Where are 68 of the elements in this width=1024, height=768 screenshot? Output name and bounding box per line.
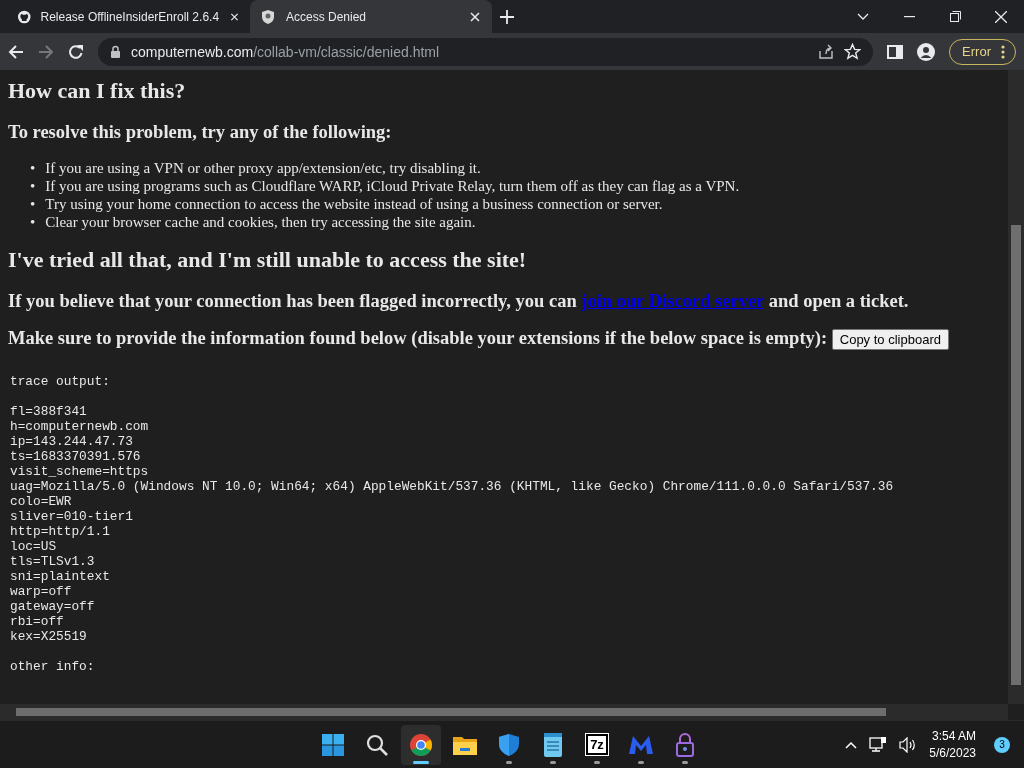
- search-icon[interactable]: [365, 732, 389, 757]
- trace-line: warp=off: [10, 584, 73, 600]
- back-icon[interactable]: [8, 43, 24, 60]
- trace-line: colo=EWR: [10, 494, 73, 510]
- volume-icon[interactable]: [899, 736, 918, 753]
- star-icon[interactable]: [844, 43, 862, 60]
- minimize-icon[interactable]: [903, 15, 915, 18]
- section-heading: To resolve this problem, try any of the following:: [8, 122, 393, 143]
- section-paragraph: If you believe that your connection has been flagged incorrectly, you can join our Discord server and open a ticket.: [8, 291, 910, 312]
- tip-item: Clear your browser cache and cookies, then try accessing the site again.: [45, 213, 476, 231]
- windows-start-icon[interactable]: [321, 732, 345, 757]
- trace-line: tls=TLSv1.3: [10, 554, 96, 570]
- restore-icon[interactable]: [949, 11, 961, 22]
- trace-title: trace output:: [10, 374, 111, 390]
- page-heading: How can I fix this?: [8, 78, 187, 104]
- address-bar[interactable]: computernewb.com/collab-vm/classic/denied.html: [98, 37, 874, 66]
- notification-badge[interactable]: 3: [994, 736, 1010, 753]
- bullet-marker: •: [30, 159, 36, 177]
- trace-line: sni=plaintext: [10, 569, 111, 585]
- more-icon[interactable]: [1001, 44, 1005, 59]
- bullet-marker: •: [30, 213, 36, 231]
- trace-line: fl=388f341: [10, 404, 88, 420]
- trace-title: other info:: [10, 659, 96, 675]
- new-tab-icon[interactable]: [500, 9, 514, 24]
- shield-icon[interactable]: [497, 732, 521, 757]
- close-tab-icon[interactable]: [468, 9, 482, 24]
- network-icon[interactable]: [869, 736, 888, 753]
- forward-icon[interactable]: [38, 43, 54, 60]
- browser-tab[interactable]: Access Denied: [250, 0, 492, 33]
- chevron-up-icon[interactable]: [845, 740, 858, 749]
- chevron-down-icon[interactable]: [857, 12, 869, 21]
- tip-item: If you are using a VPN or other proxy app/extension/etc, try disabling it.: [45, 159, 481, 177]
- tip-item: Try using your home connection to access the website instead of using a business connection or server.: [45, 195, 663, 213]
- horizontal-scrollbar[interactable]: [0, 704, 1008, 720]
- trace-line: uag=Mozilla/5.0 (Windows NT 10.0; Win64; x64) AppleWebKit/537.36 (KHTML, like Gecko) Chrome/111.0.0.0 Safari/537.36: [10, 479, 895, 495]
- trace-line: ip=143.244.47.73: [10, 434, 134, 450]
- scrollbar-thumb[interactable]: [16, 708, 886, 716]
- trace-line: gateway=off: [10, 599, 96, 615]
- chrome-icon[interactable]: [409, 732, 433, 757]
- shield-icon: [260, 8, 276, 25]
- vertical-scrollbar[interactable]: [1008, 70, 1024, 704]
- reload-icon[interactable]: [68, 43, 84, 60]
- browser-tab[interactable]: Release OfflineInsiderEnroll 2.6.4: [8, 0, 250, 33]
- trace-line: http=http/1.1: [10, 524, 111, 540]
- github-icon: [18, 8, 31, 25]
- trace-line: rbi=off: [10, 614, 65, 630]
- trace-line: ts=1683370391.576: [10, 449, 142, 465]
- trace-line: loc=US: [10, 539, 58, 555]
- sevenzip-icon[interactable]: 7z: [586, 734, 608, 755]
- scrollbar-thumb[interactable]: [1011, 225, 1021, 685]
- trace-line: visit_scheme=https: [10, 464, 150, 480]
- share-icon[interactable]: [818, 43, 835, 60]
- lock-icon[interactable]: [674, 731, 696, 758]
- page-heading: I've tried all that, and I'm still unable to access the site!: [8, 247, 528, 273]
- bullet-marker: •: [30, 195, 36, 213]
- tip-item: If you are using programs such as Cloudflare WARP, iCloud Private Relay, turn them off as they can flag as a VPN.: [45, 177, 740, 195]
- notepad-icon[interactable]: [542, 731, 564, 758]
- close-icon[interactable]: [995, 10, 1007, 23]
- side-panel-icon[interactable]: [887, 44, 904, 59]
- clock[interactable]: 3:54 AM 5/6/2023: [929, 727, 976, 762]
- profile-icon[interactable]: [917, 42, 936, 61]
- copy-button[interactable]: Copy to clipboard: [831, 329, 949, 351]
- bullet-marker: •: [30, 177, 36, 195]
- trace-line: h=computernewb.com: [10, 419, 150, 435]
- trace-line: sliver=010-tier1: [10, 509, 134, 525]
- section-paragraph: Make sure to provide the information found below (disable your extensions if the below space is empty):: [8, 328, 828, 348]
- lock-icon: [110, 45, 121, 58]
- trace-line: kex=X25519: [10, 629, 88, 645]
